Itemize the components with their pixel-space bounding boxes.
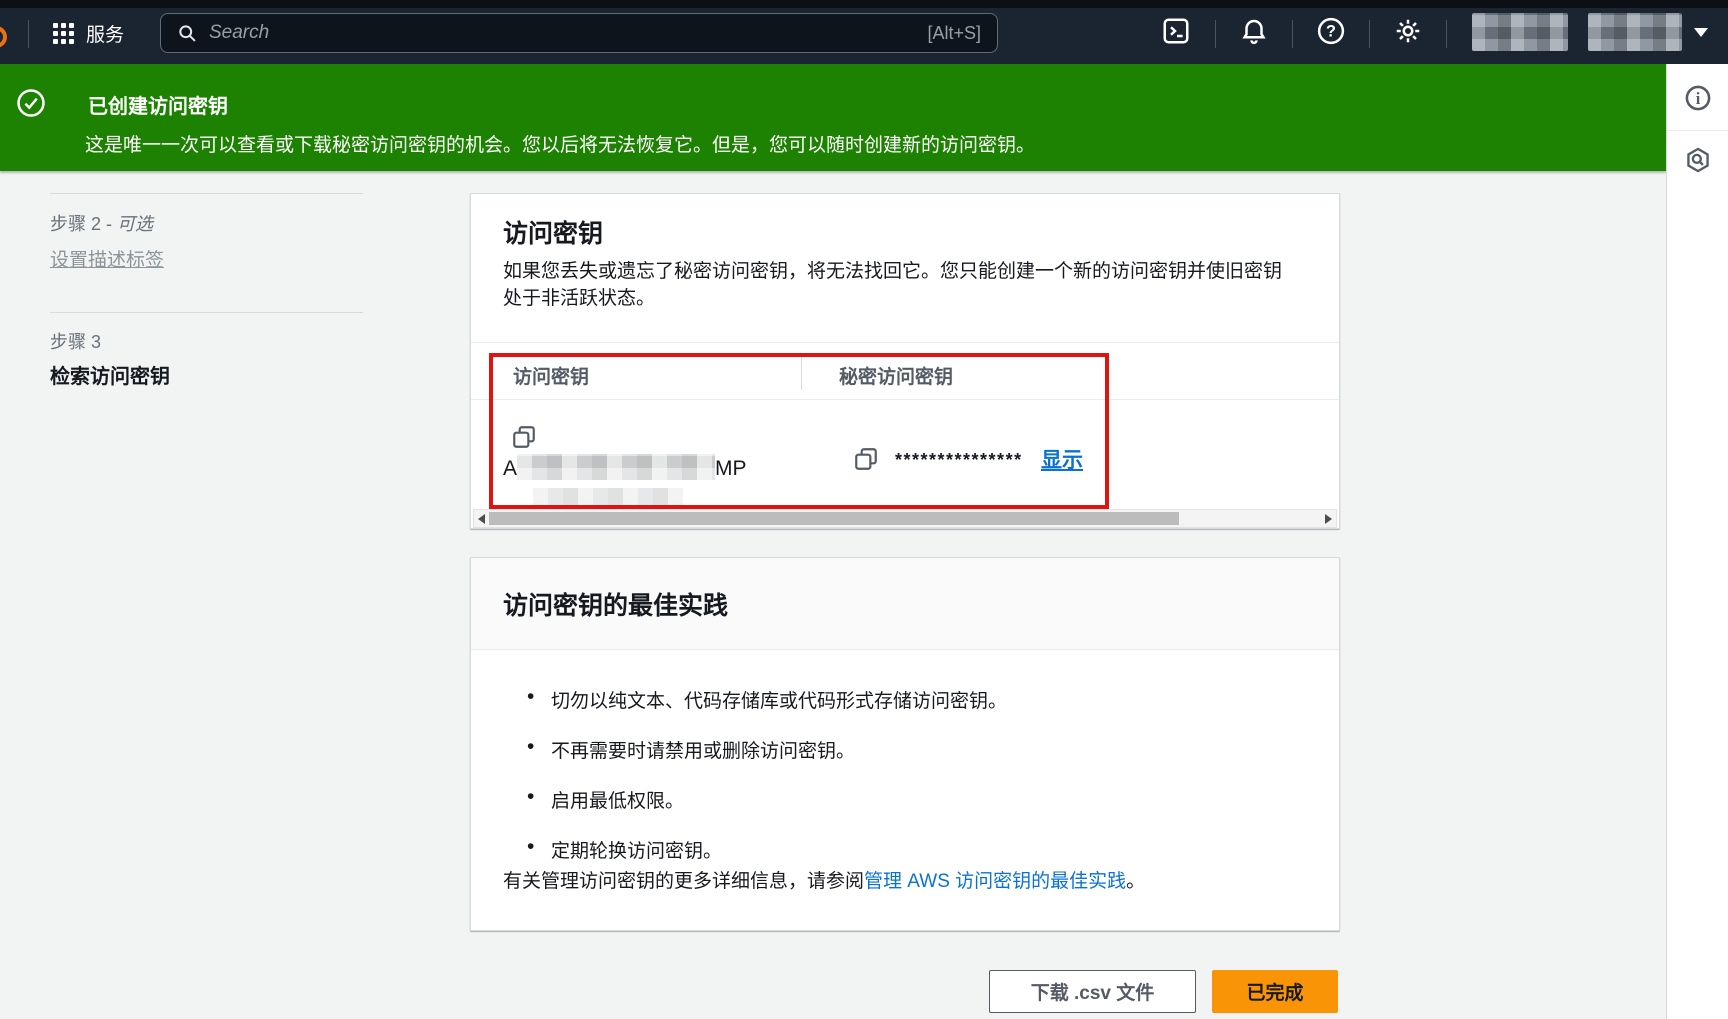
svg-text:i: i xyxy=(1696,89,1701,108)
step2-prefix: 步骤 2 - xyxy=(50,214,118,234)
success-flashbar: 已创建访问密钥 这是唯一一次可以查看或下载秘密访问密钥的机会。您以后将无法恢复它… xyxy=(0,64,1666,171)
success-check-icon xyxy=(17,89,45,117)
sidebar-separator xyxy=(50,312,363,313)
rail-divider xyxy=(1667,130,1728,131)
best-practices-title: 访问密钥的最佳实践 xyxy=(503,592,729,620)
list-item: 不再需要时请禁用或删除访问密钥。 xyxy=(527,735,1007,763)
search-shortcut-hint: [Alt+S] xyxy=(927,22,981,43)
settings-gear-icon[interactable] xyxy=(1393,16,1423,46)
table-header-border xyxy=(471,399,1339,400)
nav-divider xyxy=(1215,20,1216,48)
aws-console-page: 服务 Search [Alt+S] ? 已创建访问密钥 这是唯一一次可以查看或下… xyxy=(0,0,1728,1019)
secret-key-column-header: 秘密访问密钥 xyxy=(839,367,954,388)
list-item: 定期轮换访问密钥。 xyxy=(527,835,1007,863)
list-item: 切勿以纯文本、代码存储库或代码形式存储访问密钥。 xyxy=(527,685,1007,713)
account-caret-down-icon[interactable] xyxy=(1694,28,1708,37)
services-grid-icon[interactable] xyxy=(53,23,74,44)
banner-message: 这是唯一一次可以查看或下载秘密访问密钥的机会。您以后将无法恢复它。但是，您可以随… xyxy=(85,135,1036,156)
sidebar-item-set-description-tag[interactable]: 设置描述标签 xyxy=(50,245,164,272)
manage-keys-link[interactable]: 管理 AWS 访问密钥的最佳实践 xyxy=(864,871,1126,892)
top-navigation-bar: 服务 Search [Alt+S] ? xyxy=(0,0,1728,64)
copy-access-key-icon[interactable] xyxy=(511,424,537,450)
best-practices-card: 访问密钥的最佳实践 切勿以纯文本、代码存储库或代码形式存储访问密钥。 不再需要时… xyxy=(470,557,1340,931)
scrollbar-thumb[interactable] xyxy=(489,512,1179,525)
download-csv-button[interactable]: 下载 .csv 文件 xyxy=(989,970,1196,1013)
scroll-left-arrow-icon[interactable] xyxy=(478,514,485,524)
show-secret-link[interactable]: 显示 xyxy=(1041,444,1083,474)
secret-key-masked: *************** xyxy=(895,450,1023,470)
best-practices-header: 访问密钥的最佳实践 xyxy=(471,558,1339,650)
access-key-card: 访问密钥 如果您丢失或遗忘了秘密访问密钥，将无法找回它。您只能创建一个新的访问密… xyxy=(470,193,1340,529)
access-key-prefix: A xyxy=(503,457,518,480)
notifications-bell-icon[interactable] xyxy=(1239,16,1269,46)
copy-secret-key-icon[interactable] xyxy=(853,446,879,472)
access-key-column-header: 访问密钥 xyxy=(513,367,590,388)
list-item: 启用最低权限。 xyxy=(527,785,1007,813)
step2-label: 步骤 2 - 可选 xyxy=(50,210,153,236)
resource-explorer-icon[interactable] xyxy=(1684,146,1712,174)
access-key-redacted xyxy=(517,454,716,480)
sidebar-item-retrieve-access-key: 检索访问密钥 xyxy=(50,366,170,388)
nav-divider xyxy=(1446,20,1447,48)
nav-divider xyxy=(1292,20,1293,48)
table-top-border xyxy=(471,342,1339,343)
access-key-suffix: MP xyxy=(715,457,747,480)
access-key-card-description: 如果您丢失或遗忘了秘密访问密钥，将无法找回它。您只能创建一个新的访问密钥并使旧密… xyxy=(503,261,1283,309)
best-practices-list: 切勿以纯文本、代码存储库或代码形式存储访问密钥。 不再需要时请禁用或删除访问密钥… xyxy=(527,685,1007,886)
horizontal-scrollbar[interactable] xyxy=(473,509,1337,528)
access-key-redacted-line2 xyxy=(533,488,683,507)
aws-logo-partial xyxy=(0,26,7,48)
column-divider xyxy=(801,354,802,390)
footer-text: 有关管理访问密钥的更多详细信息，请参阅 xyxy=(503,871,865,892)
step3-label: 步骤 3 xyxy=(50,332,102,352)
services-menu[interactable]: 服务 xyxy=(86,20,124,47)
right-utility-rail: i xyxy=(1666,64,1728,1019)
help-icon[interactable]: ? xyxy=(1316,16,1346,46)
best-practices-footer: 有关管理访问密钥的更多详细信息，请参阅管理 AWS 访问密钥的最佳实践。 xyxy=(503,866,1145,893)
scroll-right-arrow-icon[interactable] xyxy=(1325,514,1332,524)
nav-divider xyxy=(28,20,29,48)
footer-period: 。 xyxy=(1126,871,1146,892)
banner-title: 已创建访问密钥 xyxy=(88,96,228,118)
browser-top-strip xyxy=(0,0,1728,8)
access-key-card-title: 访问密钥 xyxy=(503,220,604,248)
nav-divider xyxy=(1369,20,1370,48)
access-key-value: A MP xyxy=(503,454,747,481)
cloudshell-icon[interactable] xyxy=(1161,16,1191,46)
svg-text:?: ? xyxy=(1326,23,1336,41)
step2-optional: 可选 xyxy=(117,214,154,234)
sidebar-separator xyxy=(50,193,363,194)
search-placeholder: Search xyxy=(209,22,270,43)
search-input[interactable]: Search [Alt+S] xyxy=(160,13,998,53)
done-button[interactable]: 已完成 xyxy=(1212,970,1338,1013)
account-menu-redacted[interactable] xyxy=(1588,13,1682,51)
info-panel-icon[interactable]: i xyxy=(1684,84,1712,112)
search-icon xyxy=(179,25,196,42)
region-selector-redacted[interactable] xyxy=(1472,13,1568,51)
